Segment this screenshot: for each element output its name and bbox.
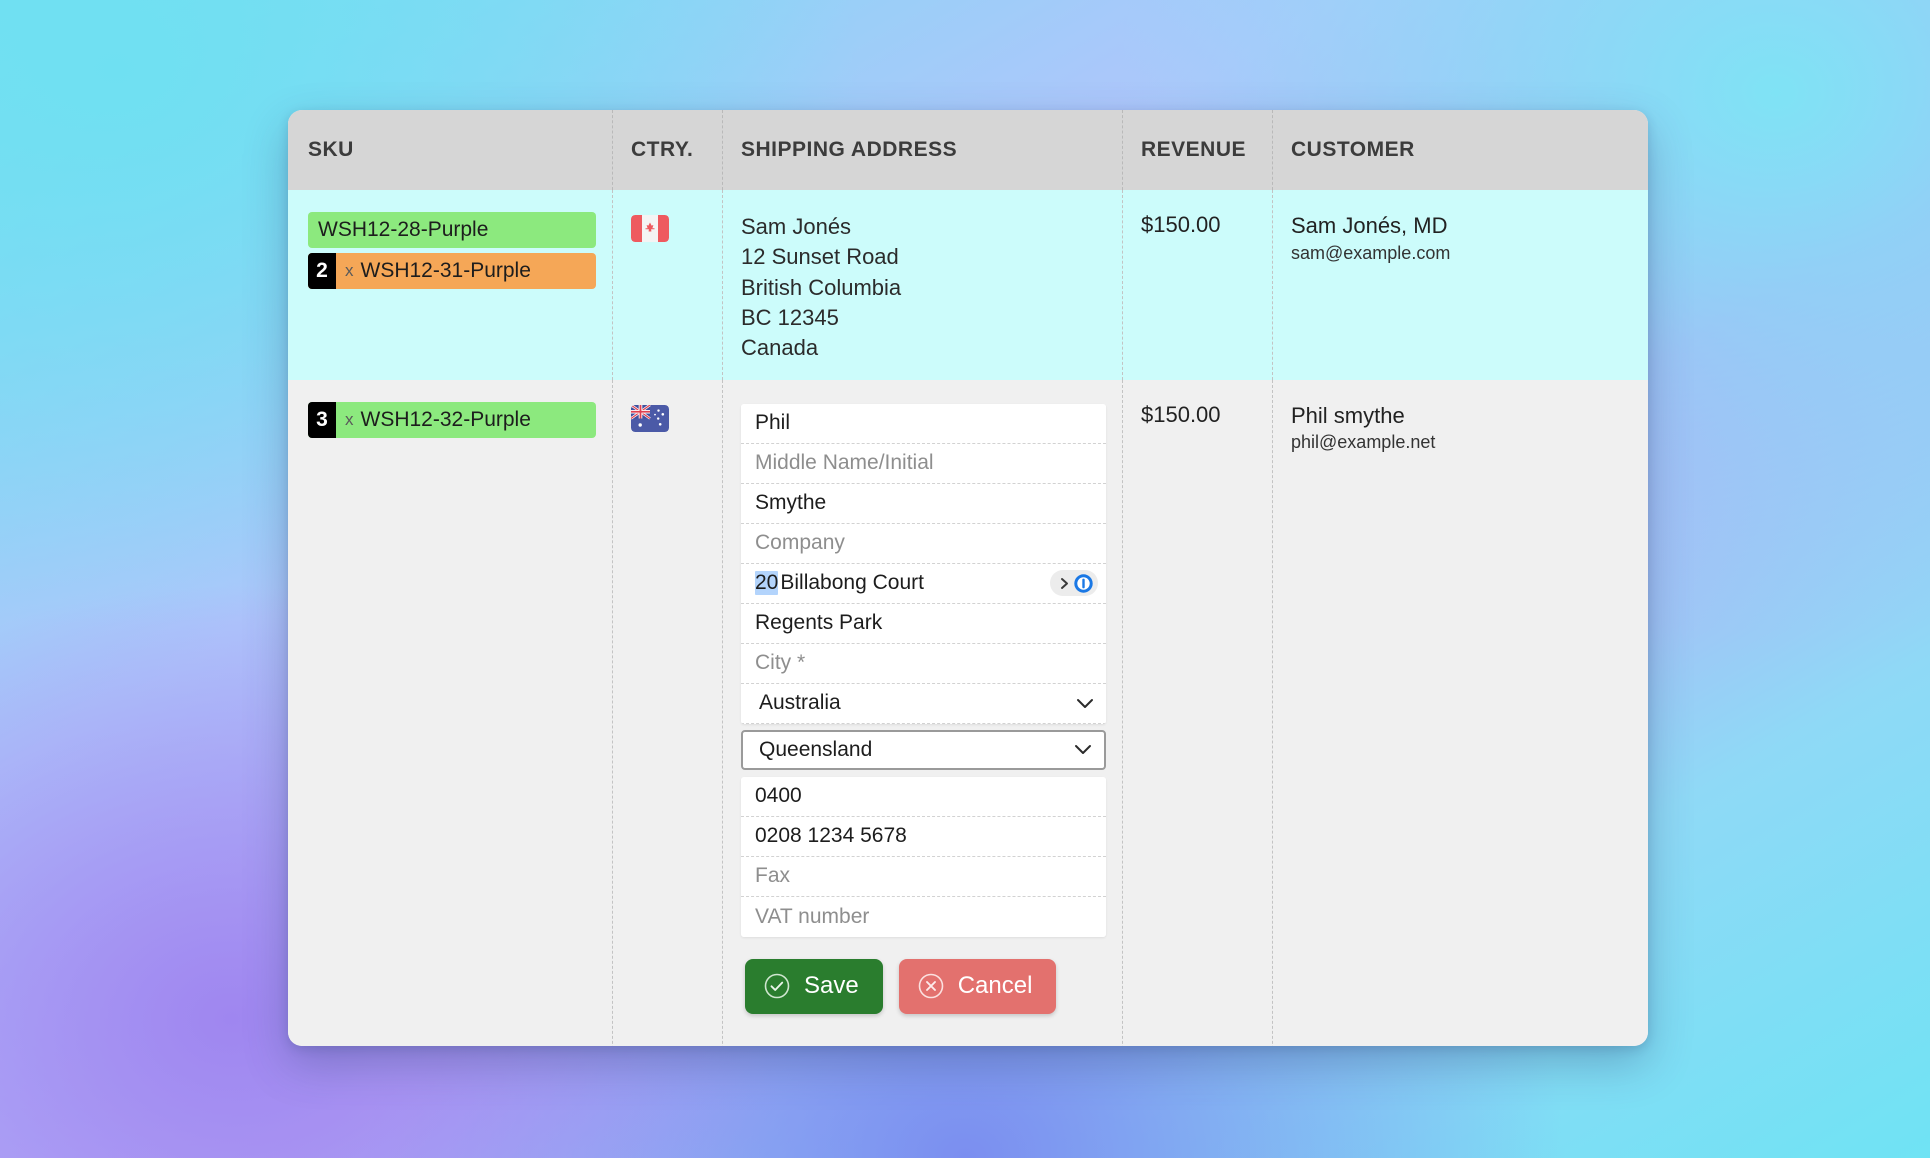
sku-quantity: 3 [308, 401, 336, 438]
sku-label: WSH12-28-Purple [318, 218, 489, 241]
form-actions: Save Cancel [741, 958, 1106, 1014]
order-grid-panel: SKU CTRY. SHIPPING ADDRESS REVENUE CUSTO… [288, 110, 1648, 1046]
middle-name-field[interactable]: Middle Name/Initial [741, 443, 1106, 484]
cell-revenue: $150.00 [1123, 190, 1273, 380]
cell-shipping-address: Sam Jonés 12 Sunset Road British Columbi… [723, 190, 1123, 380]
column-header-customer[interactable]: CUSTOMER [1273, 110, 1648, 190]
column-header-sku[interactable]: SKU [288, 110, 613, 190]
flag-australia-icon [631, 404, 669, 432]
sku-badge[interactable]: WSH12-28-Purple [308, 212, 596, 248]
country-select[interactable]: Australia [741, 683, 1106, 724]
contact-field-group: 0400 0208 1234 5678 Fax VAT number [741, 776, 1106, 937]
vat-number-field[interactable]: VAT number [741, 896, 1106, 937]
column-header-ctry[interactable]: CTRY. [613, 110, 723, 190]
save-button[interactable]: Save [745, 958, 883, 1014]
sku-badge[interactable]: 3 x WSH12-32-Purple [308, 401, 596, 438]
address-edit-form: Phil Middle Name/Initial Smythe Company … [741, 402, 1106, 1014]
fax-field[interactable]: Fax [741, 856, 1106, 897]
region-select-value: Queensland [759, 737, 873, 761]
company-field[interactable]: Company [741, 523, 1106, 564]
street-address-2-field[interactable]: Regents Park [741, 603, 1106, 644]
last-name-field[interactable]: Smythe [741, 483, 1106, 524]
cancel-button[interactable]: Cancel [898, 958, 1057, 1014]
close-circle-icon [918, 973, 944, 999]
sku-multiply-symbol: x [345, 261, 354, 280]
cell-country [613, 379, 723, 1046]
revenue-value: $150.00 [1141, 212, 1221, 237]
cell-sku: WSH12-28-Purple 2 x WSH12-31-Purple [288, 190, 613, 380]
check-circle-icon [764, 973, 790, 999]
flag-canada-icon [631, 215, 669, 242]
cell-customer: Phil smythe phil@example.net [1273, 380, 1648, 1046]
country-select-value: Australia [759, 691, 841, 715]
sku-multiply-symbol: x [345, 409, 354, 429]
cell-shipping-address-edit: Phil Middle Name/Initial Smythe Company … [723, 379, 1123, 1046]
chevron-down-icon [1077, 698, 1093, 708]
onepassword-icon [1074, 574, 1093, 593]
table-row[interactable]: 3 x WSH12-32-Purple Phil Middle Name/Ini… [288, 379, 1648, 1046]
cell-sku: 3 x WSH12-32-Purple [288, 379, 613, 1046]
street-address-1-field[interactable]: 20 Billabong Court [741, 563, 1106, 604]
region-select[interactable]: Queensland [741, 729, 1106, 770]
sku-label: WSH12-32-Purple [360, 407, 531, 431]
phone-field[interactable]: 0208 1234 5678 [741, 816, 1106, 857]
chevron-down-icon [1075, 745, 1091, 755]
cell-customer: Sam Jonés, MD sam@example.com [1273, 190, 1648, 380]
name-field-group: Phil Middle Name/Initial Smythe Company … [741, 403, 1106, 724]
first-name-field[interactable]: Phil [741, 403, 1106, 444]
customer-email[interactable]: sam@example.com [1291, 241, 1632, 266]
shipping-address-text: Sam Jonés 12 Sunset Road British Columbi… [741, 214, 902, 361]
city-field[interactable]: City * [741, 643, 1106, 684]
save-button-label: Save [804, 972, 859, 1000]
sku-quantity: 2 [308, 253, 336, 289]
column-header-shipping[interactable]: SHIPPING ADDRESS [723, 110, 1123, 190]
column-header-revenue[interactable]: REVENUE [1123, 110, 1273, 190]
table-header-row: SKU CTRY. SHIPPING ADDRESS REVENUE CUSTO… [288, 110, 1648, 190]
cell-country [613, 190, 723, 380]
street-address-selected-text: 20 [755, 571, 779, 596]
revenue-value: $150.00 [1141, 401, 1221, 427]
onepassword-autofill-pill[interactable] [1050, 570, 1098, 597]
table-row[interactable]: WSH12-28-Purple 2 x WSH12-31-Purple Sam … [288, 190, 1648, 380]
sku-badge[interactable]: 2 x WSH12-31-Purple [308, 253, 596, 289]
customer-name: Phil smythe [1291, 402, 1405, 428]
cell-revenue: $150.00 [1123, 379, 1273, 1046]
chevron-right-icon [1061, 577, 1068, 589]
sku-label: WSH12-31-Purple [360, 259, 531, 282]
zip-field[interactable]: 0400 [741, 776, 1106, 817]
cancel-button-label: Cancel [957, 972, 1033, 1000]
customer-name: Sam Jonés, MD [1291, 213, 1448, 238]
street-address-rest-text: Billabong Court [780, 571, 924, 595]
customer-email[interactable]: phil@example.net [1291, 430, 1632, 455]
